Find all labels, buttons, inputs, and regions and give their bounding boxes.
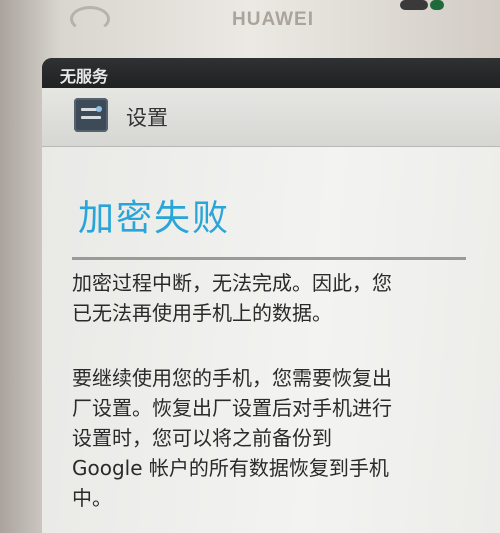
status-bar: 无服务 (42, 58, 500, 88)
reset-instructions: 要继续使用您的手机，您需要恢复出 厂设置。恢复出厂设置后对手机进行 设置时，您可… (72, 363, 472, 513)
device-brand: HUAWEI (232, 9, 314, 30)
title-divider (72, 257, 466, 260)
app-title: 设置 (126, 106, 168, 130)
message-line: 厂设置。恢复出厂设置后对手机进行 (72, 396, 392, 420)
camera-lens (400, 0, 428, 10)
message-line: 已无法再使用手机上的数据。 (72, 301, 332, 325)
action-bar: 设置 (42, 88, 500, 147)
indicator-light (430, 0, 444, 10)
message-line: 设置时，您可以将之前备份到 (72, 426, 332, 450)
page-title: 加密失败 (78, 198, 231, 239)
message-line: 加密过程中断，无法完成。因此，您 (72, 271, 392, 295)
device-screen: 无服务 设置 加密失败 加密过程中断，无法完成。因此，您 已无法再使用手机上的数… (42, 58, 500, 533)
settings-icon[interactable] (74, 98, 108, 132)
failure-message: 加密过程中断，无法完成。因此，您 已无法再使用手机上的数据。 (72, 268, 472, 328)
encryption-failed-dialog: 加密失败 加密过程中断，无法完成。因此，您 已无法再使用手机上的数据。 要继续使… (42, 147, 500, 533)
message-line: Google 帐户的所有数据恢复到手机 (72, 456, 389, 480)
message-line: 要继续使用您的手机，您需要恢复出 (72, 366, 392, 390)
carrier-logo (70, 6, 110, 32)
message-line: 中。 (72, 486, 112, 510)
network-status: 无服务 (60, 67, 109, 86)
